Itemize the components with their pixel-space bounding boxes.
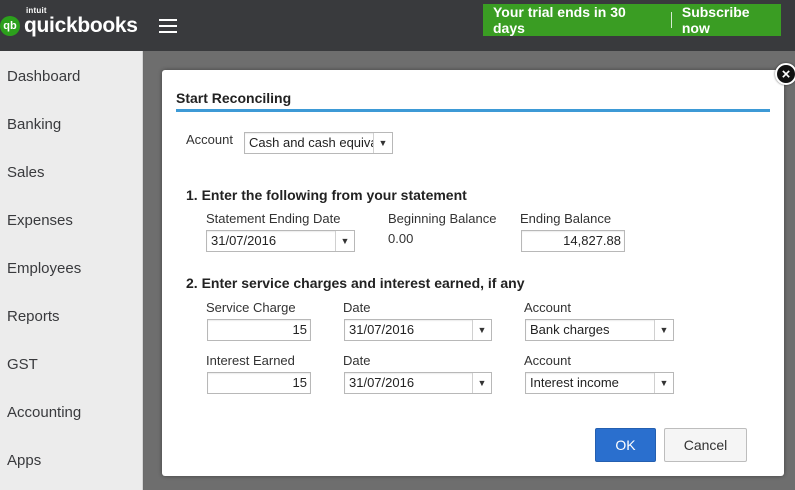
interest-account-label: Account [524, 353, 571, 368]
quickbooks-logo[interactable]: qb intuit quickbooks [0, 6, 138, 42]
qb-logo-icon: qb [0, 16, 20, 36]
section2-heading: 2. Enter service charges and interest ea… [186, 275, 525, 291]
service-charge-input[interactable]: 15 [207, 319, 311, 341]
hamburger-icon[interactable] [159, 19, 177, 33]
close-icon[interactable]: × [775, 63, 795, 85]
service-account-value: Bank charges [530, 322, 610, 337]
dialog-title: Start Reconciling [176, 90, 292, 106]
statement-ending-date-field[interactable]: 31/07/2016 ▼ [206, 230, 355, 252]
ending-balance-label: Ending Balance [520, 211, 612, 226]
sidebar: Dashboard Banking Sales Expenses Employe… [0, 51, 143, 490]
statement-ending-date-label: Statement Ending Date [206, 211, 341, 226]
service-charge-label: Service Charge [206, 300, 296, 315]
sidebar-item-apps[interactable]: Apps [7, 452, 41, 469]
beginning-balance-value: 0.00 [388, 231, 414, 246]
service-date-label: Date [343, 300, 371, 315]
chevron-down-icon: ▼ [654, 373, 673, 393]
service-account-select[interactable]: Bank charges ▼ [525, 319, 674, 341]
account-select[interactable]: Cash and cash equival ▼ [244, 132, 393, 154]
interest-earned-label: Interest Earned [206, 353, 295, 368]
sidebar-item-banking[interactable]: Banking [7, 116, 61, 133]
beginning-balance-label: Beginning Balance [388, 211, 497, 226]
sidebar-item-reports[interactable]: Reports [7, 308, 60, 325]
trial-text: Your trial ends in 30 days [493, 4, 626, 36]
sidebar-item-expenses[interactable]: Expenses [7, 212, 73, 229]
trial-separator [670, 12, 672, 28]
interest-earned-input[interactable]: 15 [207, 372, 311, 394]
chevron-down-icon: ▼ [472, 320, 491, 340]
top-bar: qb intuit quickbooks Your trial ends in … [0, 0, 795, 51]
sidebar-item-employees[interactable]: Employees [7, 260, 81, 277]
sidebar-item-gst[interactable]: GST [7, 356, 38, 373]
logo-text: intuit quickbooks [24, 6, 138, 42]
interest-date-label: Date [343, 353, 371, 368]
dialog-title-rule [176, 109, 770, 112]
statement-ending-date-value: 31/07/2016 [211, 233, 277, 248]
chevron-down-icon: ▼ [373, 133, 392, 153]
chevron-down-icon: ▼ [654, 320, 673, 340]
start-reconciling-dialog: Start Reconciling Account Cash and cash … [162, 70, 784, 476]
chevron-down-icon: ▼ [472, 373, 491, 393]
chevron-down-icon: ▼ [335, 231, 354, 251]
intuit-label: intuit [26, 6, 47, 15]
ok-button[interactable]: OK [595, 428, 656, 462]
sidebar-item-dashboard[interactable]: Dashboard [7, 68, 80, 85]
service-date-value: 31/07/2016 [349, 322, 415, 337]
ending-balance-input[interactable]: 14,827.88 [521, 230, 625, 252]
account-label: Account [186, 132, 233, 147]
sidebar-item-sales[interactable]: Sales [7, 164, 45, 181]
service-date-field[interactable]: 31/07/2016 ▼ [344, 319, 492, 341]
interest-account-value: Interest income [530, 375, 619, 390]
interest-date-value: 31/07/2016 [349, 375, 415, 390]
trial-banner: Your trial ends in 30 days Subscribe now [483, 4, 781, 36]
interest-date-field[interactable]: 31/07/2016 ▼ [344, 372, 492, 394]
service-account-label: Account [524, 300, 571, 315]
subscribe-now-link[interactable]: Subscribe now [672, 4, 781, 36]
interest-account-select[interactable]: Interest income ▼ [525, 372, 674, 394]
section1-heading: 1. Enter the following from your stateme… [186, 187, 467, 203]
account-select-value: Cash and cash equival [249, 135, 381, 150]
cancel-button[interactable]: Cancel [664, 428, 747, 462]
sidebar-item-accounting[interactable]: Accounting [7, 404, 81, 421]
